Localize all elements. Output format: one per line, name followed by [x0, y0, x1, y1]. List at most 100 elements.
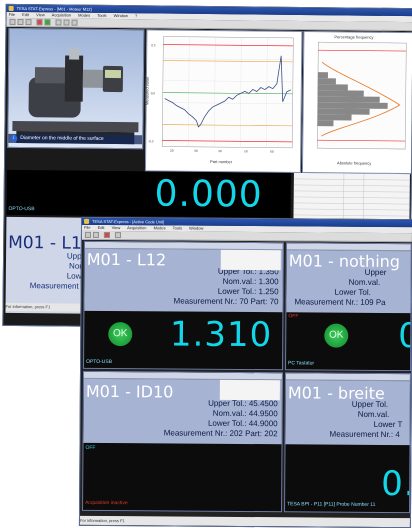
panel-tolerances: Upper Tol. Nom.val. Lower T Measurement … — [330, 399, 403, 440]
measurement-number: Measurement Nr.: 4 — [329, 429, 400, 440]
hist-bar — [317, 72, 328, 79]
second-status-text: For information, press F1 — [79, 517, 125, 524]
menu-window[interactable]: Window — [189, 226, 203, 231]
measured-value: 0. — [381, 463, 411, 505]
toolbar-chart-icon[interactable] — [55, 19, 62, 26]
menu-acquisition[interactable]: Acquisition — [127, 225, 146, 230]
histogram-x-label: Absolute frequency — [337, 160, 372, 166]
panel-stats-table — [219, 379, 280, 401]
main-measurement-value: 0.000 — [154, 173, 263, 216]
toolbar-save-icon[interactable] — [92, 231, 99, 238]
info-icon: i — [10, 134, 18, 143]
micrometer-illustration — [12, 47, 139, 145]
menu-file[interactable]: File — [84, 225, 90, 230]
x-axis-tick: 30 — [194, 149, 198, 153]
second-status-bar: For information, press F1 — [79, 515, 410, 528]
toolbar-save-icon[interactable] — [17, 18, 24, 26]
measured-value: 1.310 — [169, 314, 273, 356]
hist-bar — [317, 108, 370, 115]
panel-tolerances: Upper Tol.: 45.4500 Nom.val.: 44.9500 Lo… — [164, 398, 278, 439]
main-info-lower: Lowe — [66, 271, 86, 281]
source-label: Acquisition inactive — [85, 499, 128, 507]
histogram-pane: Percentage frequency Absolute frequency — [301, 30, 412, 175]
main-source-label: OPTO-USB — [8, 205, 35, 213]
menu-modes[interactable]: Modes — [154, 225, 166, 230]
chart-x-label: Part number — [210, 159, 233, 165]
panel-tolerances: Upper Tol.: 1.350 Nom.val.: 1.300 Lower … — [174, 266, 279, 307]
toolbar-print-icon[interactable] — [25, 19, 32, 26]
menu-edit[interactable]: Edit — [98, 225, 105, 230]
ok-indicator: OK — [324, 323, 349, 348]
y-axis-tick: 0.0 — [151, 91, 156, 95]
menu-window[interactable]: Window — [114, 13, 128, 18]
control-chart-pane: 0.3 0.0 -0.3 20 30 40 50 60 Part number … — [144, 29, 303, 173]
main-status-text: For information, press F1 — [5, 303, 51, 310]
source-label: TESA BPI - P11 [P11] Probe Number 11 — [287, 501, 376, 508]
measure-panel-breite[interactable]: M01 - breite Upper Tol. Nom.val. Lower T… — [284, 372, 411, 514]
toolbar-start-icon[interactable] — [36, 19, 43, 26]
nominal-value: Nom.val. — [348, 277, 381, 287]
upper-tolerance: Upper Tol. — [351, 399, 389, 409]
panel-tolerances: Upper Nom.val. Lower Tol. Measurement Nr… — [294, 267, 387, 308]
menu-view[interactable]: View — [36, 12, 45, 17]
toolbar-open-icon[interactable] — [9, 18, 16, 25]
measurement-number: Measurement Nr.: 202 Part: 202 — [163, 428, 278, 439]
main-info-nom: Nom — [69, 261, 87, 271]
lower-tolerance: Lower T — [373, 419, 403, 430]
measure-panel-l12[interactable]: M01 - L12 Upper Tol.: 1.350 Nom.val.: 1.… — [83, 240, 284, 371]
chart-y-label: Measured value — [144, 76, 150, 106]
hist-bar — [317, 114, 352, 121]
source-label: PC Tastatur — [288, 360, 315, 367]
toolbar-chart-icon[interactable] — [114, 232, 121, 239]
second-window-title: TESA STAT-Express - [Active Code Unit] — [92, 218, 165, 225]
panel-title: M01 - L12 — [86, 249, 167, 270]
micrometer-image-pane: i Diameter on the middle of the surface — [7, 27, 145, 150]
x-axis-tick: 40 — [218, 149, 222, 153]
off-label: OFF — [85, 444, 96, 451]
panel-stats-table — [220, 249, 281, 271]
toolbar-settings-icon[interactable] — [71, 19, 78, 26]
histogram-chart — [316, 41, 407, 150]
main-window-title: TESA STAT-Express - [M01 - Moteur M12] — [16, 5, 92, 12]
measure-panel-id10[interactable]: M01 - ID10 Upper Tol.: 45.4500 Nom.val.:… — [82, 370, 284, 513]
menu-modes[interactable]: Modes — [78, 13, 90, 18]
main-info-upper: Uppe — [66, 251, 87, 261]
toolbar-start-icon[interactable] — [103, 232, 110, 239]
menu-tools[interactable]: Tools — [97, 13, 106, 18]
menu-file[interactable]: File — [9, 12, 16, 17]
nominal-value: Nom.val. — [357, 409, 390, 420]
menu-edit[interactable]: Edit — [22, 12, 29, 17]
toolbar-table-icon[interactable] — [63, 19, 70, 26]
measurement-number: Measurement Nr.: 70 Part: 70 — [173, 296, 279, 307]
main-info-measurement: Measurement N — [29, 281, 87, 291]
hist-bar — [317, 102, 388, 109]
lower-tolerance: Lower Tol. — [334, 287, 371, 297]
off-label: OFF — [288, 313, 299, 320]
main-panel-info: Uppe Nom Lowe Measurement N — [29, 251, 87, 292]
histogram-title: Percentage frequency — [334, 34, 374, 40]
menu-help[interactable]: ? — [135, 13, 137, 18]
menu-view[interactable]: View — [112, 225, 121, 230]
menu-tools[interactable]: Tools — [173, 225, 182, 230]
measurement-number: Measurement Nr.: 109 Pa — [294, 297, 386, 307]
y-axis-tick: 0.3 — [151, 43, 156, 47]
x-axis-tick: 60 — [270, 150, 274, 154]
image-caption: Diameter on the middle of the surface — [20, 135, 104, 142]
toolbar-open-icon[interactable] — [84, 231, 91, 238]
hist-bar — [317, 78, 336, 85]
panel-title: M01 - ID10 — [85, 381, 174, 402]
control-chart: 0.3 0.0 -0.3 20 30 40 50 60 — [148, 36, 294, 154]
source-label: OPTO-USB — [86, 358, 113, 366]
upper-tolerance: Upper — [364, 267, 387, 277]
ok-indicator: OK — [108, 322, 133, 347]
y-axis-tick: -0.3 — [148, 139, 154, 143]
hist-bar — [317, 120, 334, 127]
app-icon — [8, 5, 14, 11]
hist-bar — [317, 84, 348, 91]
second-window: TESA STAT-Express - [Active Code Unit] F… — [78, 216, 412, 528]
menu-acquisition[interactable]: Acquisition — [52, 12, 71, 17]
measure-panel-nothing[interactable]: M01 - nothing Upper Nom.val. Lower Tol. … — [285, 242, 412, 372]
hist-bar — [317, 96, 380, 103]
toolbar-stop-icon[interactable] — [44, 19, 51, 26]
x-axis-tick: 50 — [244, 149, 248, 153]
